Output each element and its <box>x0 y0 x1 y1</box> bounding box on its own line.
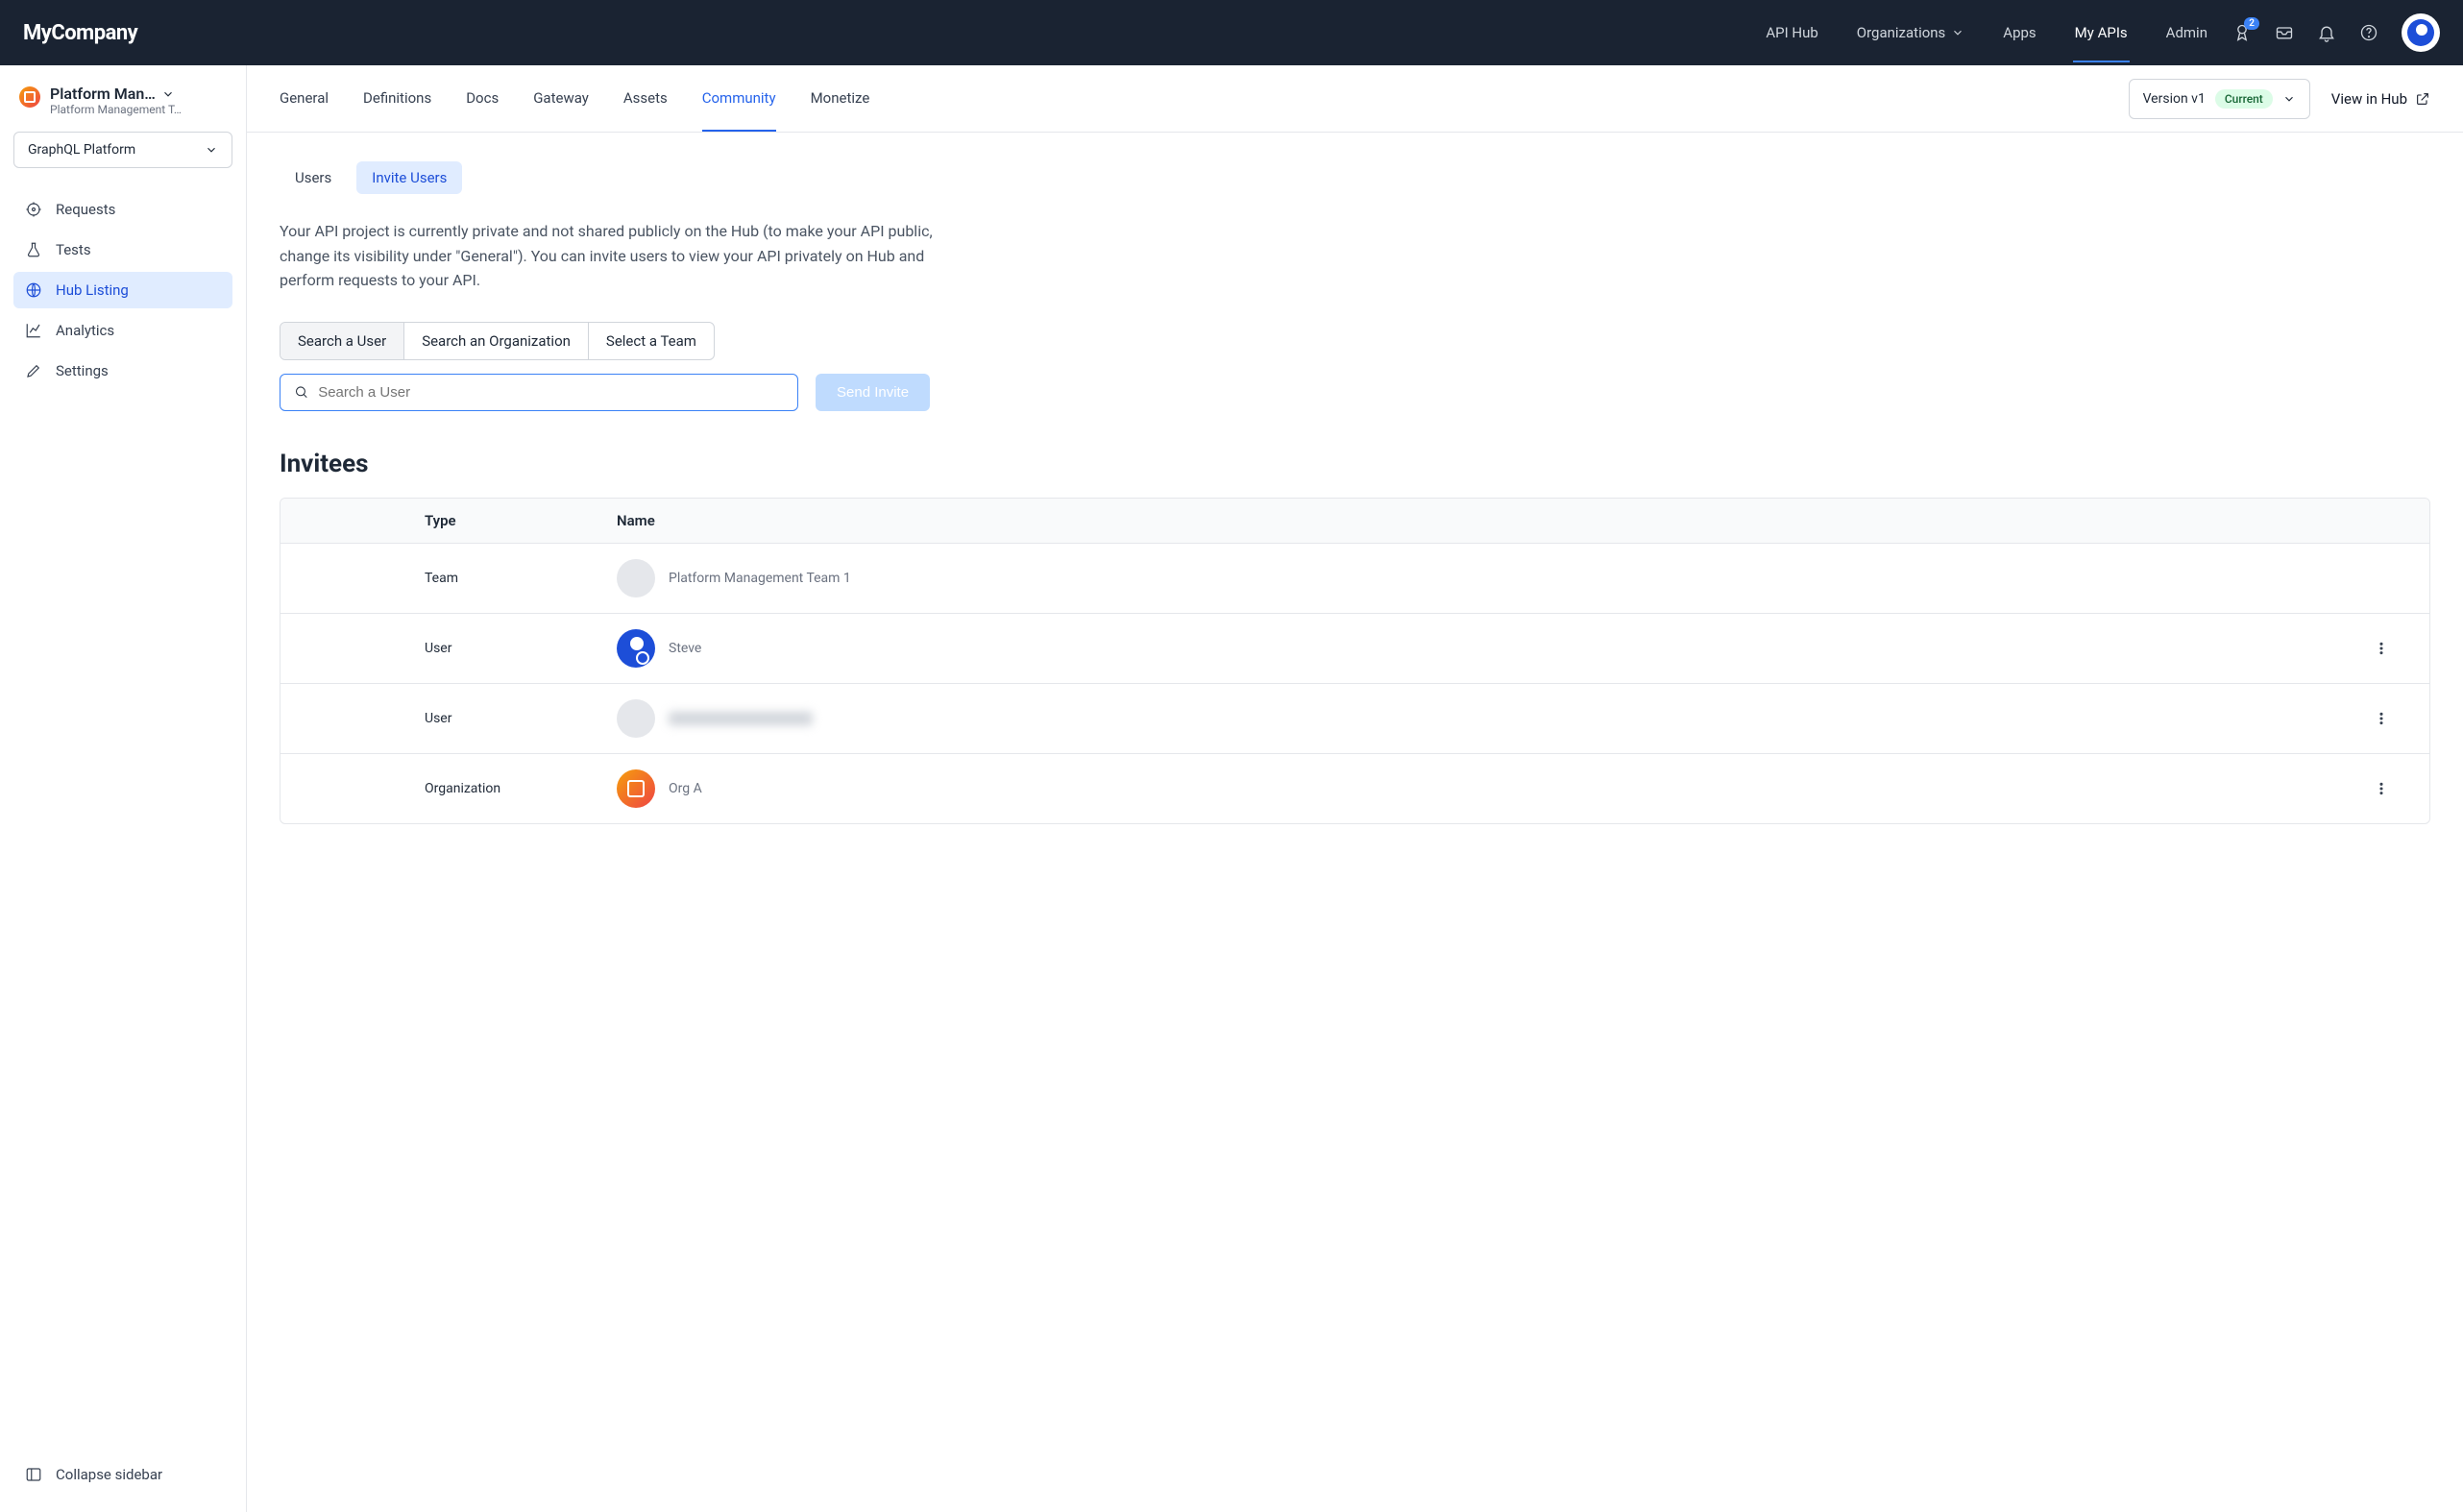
table-row: Team Platform Management Team 1 <box>280 544 2429 614</box>
project-subtitle: Platform Management T… <box>50 103 182 116</box>
project-title: Platform Man… <box>50 85 156 103</box>
send-invite-button[interactable]: Send Invite <box>816 374 930 411</box>
nav-admin[interactable]: Admin <box>2164 3 2209 62</box>
globe-icon <box>25 281 42 299</box>
avatar <box>617 559 655 597</box>
table-header: Type Name <box>280 499 2429 544</box>
segment-search-user[interactable]: Search a User <box>280 323 404 359</box>
inbox-icon <box>2275 23 2294 42</box>
project-icon <box>19 86 40 108</box>
cell-type: Team <box>425 571 617 586</box>
user-avatar[interactable] <box>2402 13 2440 52</box>
nav-api-hub[interactable]: API Hub <box>1764 3 1819 62</box>
chevron-down-icon <box>205 143 218 157</box>
nav-organizations-label: Organizations <box>1857 24 1946 41</box>
invitees-title: Invitees <box>280 450 2430 478</box>
cell-type: Organization <box>425 781 617 796</box>
tab-assets[interactable]: Assets <box>623 66 668 132</box>
pencil-icon <box>25 362 42 379</box>
nav-my-apis[interactable]: My APIs <box>2073 3 2130 62</box>
tab-definitions[interactable]: Definitions <box>363 66 431 132</box>
cell-name: Org A <box>669 781 702 796</box>
chevron-down-icon <box>1951 26 1964 39</box>
subtab-invite-users[interactable]: Invite Users <box>356 161 462 194</box>
bell-icon <box>2317 23 2336 42</box>
search-box <box>280 374 798 411</box>
redacted-name <box>669 712 813 725</box>
tab-general[interactable]: General <box>280 66 329 132</box>
sidebar-item-label: Settings <box>56 362 109 379</box>
inbox-button[interactable] <box>2275 23 2294 42</box>
table-row: User <box>280 684 2429 754</box>
sidebar-item-tests[interactable]: Tests <box>13 232 232 268</box>
cell-name: Steve <box>669 641 701 656</box>
cell-type: User <box>425 711 617 726</box>
collapse-label: Collapse sidebar <box>56 1466 162 1483</box>
version-label: Version v1 <box>2143 91 2206 107</box>
more-vertical-icon <box>2374 641 2389 656</box>
row-more-button[interactable] <box>2353 781 2410 796</box>
tab-monetize[interactable]: Monetize <box>811 66 870 132</box>
table-row: Organization Org A <box>280 754 2429 823</box>
segment-search-org[interactable]: Search an Organization <box>404 323 589 359</box>
nav-organizations[interactable]: Organizations <box>1855 3 1967 62</box>
sidebar-item-requests[interactable]: Requests <box>13 191 232 228</box>
chevron-down-icon <box>2282 92 2296 106</box>
cell-type: User <box>425 641 617 656</box>
help-button[interactable] <box>2359 23 2378 42</box>
sidebar-item-hub-listing[interactable]: Hub Listing <box>13 272 232 308</box>
bell-button[interactable] <box>2317 23 2336 42</box>
flask-icon <box>25 241 42 258</box>
tab-docs[interactable]: Docs <box>466 66 499 132</box>
search-icon <box>294 384 308 400</box>
target-icon <box>25 201 42 218</box>
description-text: Your API project is currently private an… <box>280 219 933 293</box>
help-icon <box>2359 23 2378 42</box>
sidebar-item-settings[interactable]: Settings <box>13 353 232 389</box>
col-type: Type <box>425 512 617 529</box>
more-vertical-icon <box>2374 781 2389 796</box>
collapse-icon <box>25 1466 42 1483</box>
collapse-sidebar-button[interactable]: Collapse sidebar <box>13 1456 232 1493</box>
cell-name: Platform Management Team 1 <box>669 571 851 586</box>
logo: MyCompany <box>23 21 137 45</box>
platform-selector[interactable]: GraphQL Platform <box>13 132 232 168</box>
version-selector[interactable]: Version v1 Current <box>2129 79 2310 119</box>
invitees-table: Type Name Team Platform Management Team … <box>280 498 2430 824</box>
search-type-segments: Search a User Search an Organization Sel… <box>280 322 715 360</box>
project-selector[interactable]: Platform Man… Platform Management T… <box>13 85 232 116</box>
notification-badge: 2 <box>2244 17 2259 30</box>
col-name: Name <box>617 512 2353 529</box>
sidebar-item-analytics[interactable]: Analytics <box>13 312 232 349</box>
tabs-bar: General Definitions Docs Gateway Assets … <box>247 65 2463 133</box>
tab-community[interactable]: Community <box>702 66 776 132</box>
avatar <box>617 769 655 808</box>
sidebar-item-label: Tests <box>56 241 91 258</box>
view-in-hub-label: View in Hub <box>2331 90 2407 108</box>
sidebar-item-label: Requests <box>56 201 115 218</box>
top-header: MyCompany API Hub Organizations Apps My … <box>0 0 2463 65</box>
external-link-icon <box>2415 91 2430 107</box>
version-chip: Current <box>2215 89 2273 109</box>
search-input[interactable] <box>318 384 784 401</box>
row-more-button[interactable] <box>2353 711 2410 726</box>
chart-icon <box>25 322 42 339</box>
segment-select-team[interactable]: Select a Team <box>589 323 714 359</box>
sidebar-item-label: Hub Listing <box>56 281 129 299</box>
view-in-hub-link[interactable]: View in Hub <box>2331 90 2430 108</box>
row-more-button[interactable] <box>2353 641 2410 656</box>
avatar <box>617 699 655 738</box>
more-vertical-icon <box>2374 711 2389 726</box>
avatar <box>617 629 655 668</box>
sidebar-item-label: Analytics <box>56 322 114 339</box>
table-row: User Steve <box>280 614 2429 684</box>
platform-selector-label: GraphQL Platform <box>28 142 135 158</box>
sidebar: Platform Man… Platform Management T… Gra… <box>0 65 247 1512</box>
award-notifications-button[interactable]: 2 <box>2232 23 2252 42</box>
subtab-users[interactable]: Users <box>280 161 347 194</box>
chevron-down-icon <box>161 87 175 101</box>
nav-apps[interactable]: Apps <box>2001 3 2037 62</box>
tab-gateway[interactable]: Gateway <box>533 66 589 132</box>
